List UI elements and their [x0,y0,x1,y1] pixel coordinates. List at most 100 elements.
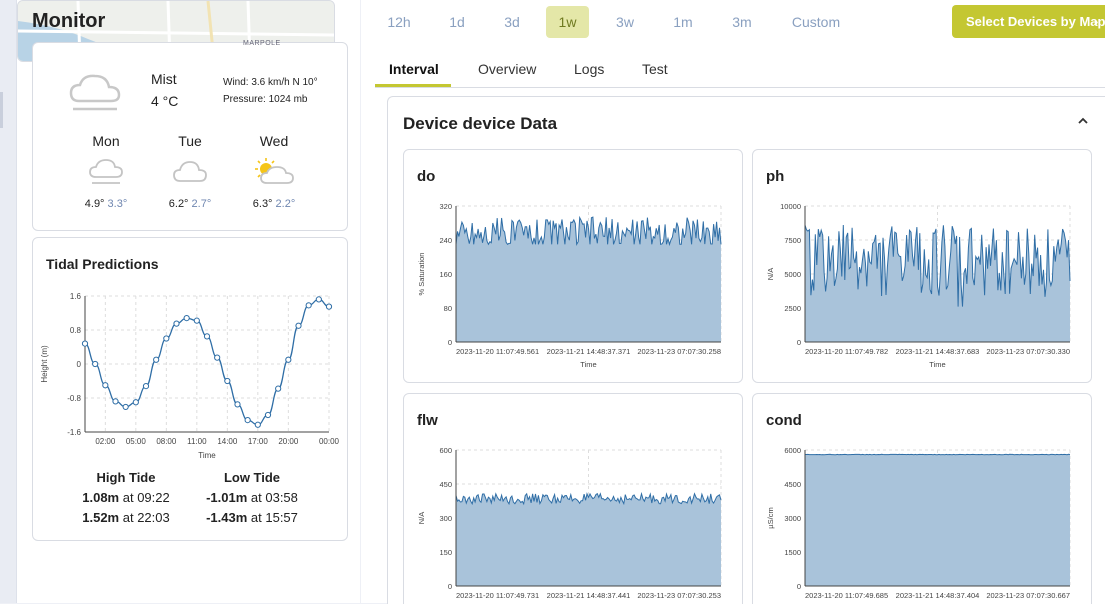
y-tick-label: 5000 [784,270,801,279]
tide-point [286,357,291,362]
chart-card-flw: flw 60045030015002023-11-20 11:07:49.731… [403,393,743,604]
low-tide-label: Low Tide [197,470,307,485]
y-axis-label: N/A [417,512,426,525]
map-label: MARPOLE [243,40,281,47]
tide-point [82,341,87,346]
tide-point [235,402,240,407]
tide-point [194,318,199,323]
y-tick-label: 0 [77,360,82,369]
y-tick-label: 3000 [784,514,801,523]
tide-point [316,297,321,302]
chart-card-ph: ph 1000075005000250002023-11-20 11:07:49… [752,149,1092,383]
chart-title: ph [766,168,784,185]
low-tide-value: -1.01m [206,490,247,505]
weather-card: Mist 4 °C Wind: 3.6 km/h N 10° Pressure:… [32,42,348,231]
y-tick-label: 2500 [784,304,801,313]
x-tick-label: 05:00 [126,437,147,446]
tab-overview[interactable]: Overview [478,61,536,77]
tide-point [133,400,138,405]
y-axis-label: % Saturation [417,253,426,296]
chart-title: flw [417,412,438,429]
chart-card-do: do 3202401608002023-11-20 11:07:49.56120… [403,149,743,383]
tide-point [296,323,301,328]
ph-chart: 1000075005000250002023-11-20 11:07:49.78… [753,192,1091,382]
tidal-chart: 1.60.80-0.8-1.602:0005:0008:0011:0014:00… [33,284,347,462]
tide-point [164,336,169,341]
tide-point [103,383,108,388]
flw-chart: 60045030015002023-11-20 11:07:49.7312023… [404,436,742,604]
x-tick-label: 2023-11-21 14:48:37.683 [896,347,980,356]
range-3w[interactable]: 3w [607,6,643,38]
panel-title: Device device Data [403,114,557,134]
tide-point [174,321,179,326]
x-tick-label: 2023-11-23 07:07:30.667 [986,591,1070,600]
x-tick-label: 2023-11-20 11:07:49.561 [456,347,539,356]
high-tide-block: High Tide 1.08m at 09:22 1.52m at 22:03 [73,470,179,525]
tide-point [204,334,209,339]
x-axis-label: Time [929,360,945,369]
high-tide-row: 1.08m at 09:22 [73,490,179,505]
map-button-label: Select Devices by Map [966,14,1105,29]
weather-wind: Wind: 3.6 km/h N 10° [223,77,318,88]
tab-divider [375,87,1105,88]
x-tick-label: 00:00 [319,437,340,446]
chevron-right-icon: › [1094,5,1098,38]
range-1m[interactable]: 1m [665,6,701,38]
high-tide-row: 1.52m at 22:03 [73,510,179,525]
forecast-high: 4.9° [85,198,105,210]
forecast-day-label: Tue [159,133,221,149]
y-tick-label: 80 [444,304,452,313]
tab-interval[interactable]: Interval [389,61,439,77]
range-1d[interactable]: 1d [440,6,474,38]
x-tick-label: 2023-11-23 07:07:30.253 [637,591,721,600]
x-tick-label: 2023-11-20 11:07:49.782 [805,347,888,356]
range-12h[interactable]: 12h [381,6,417,38]
chevron-up-icon[interactable] [1077,113,1089,129]
sidebar-title: Monitor [32,10,105,33]
range-3m[interactable]: 3m [724,6,760,38]
y-tick-label: 0 [797,582,801,591]
select-devices-by-map-button[interactable]: Select Devices by Map › [952,5,1105,38]
range-custom[interactable]: Custom [786,6,846,38]
tide-point [225,378,230,383]
y-tick-label: 240 [439,236,452,245]
tab-test[interactable]: Test [642,61,668,77]
y-tick-label: 10000 [780,202,801,211]
forecast-high: 6.2° [169,198,189,210]
fog-cloud-icon [87,157,125,189]
series-area [456,217,721,342]
x-tick-label: 17:00 [248,437,269,446]
y-tick-label: 600 [439,446,452,455]
tide-point [265,412,270,417]
low-tide-row: -1.01m at 03:58 [197,490,307,505]
tab-logs[interactable]: Logs [574,61,604,77]
tide-point [276,386,281,391]
series-area [456,494,721,586]
cond-chart: 600045003000150002023-11-20 11:07:49.685… [753,436,1091,604]
series-area [805,454,1070,586]
y-tick-label: 0 [797,338,801,347]
tide-point [255,422,260,427]
tide-point [215,355,220,360]
x-tick-label: 2023-11-20 11:07:49.685 [805,591,888,600]
device-data-panel: Device device Data do 3202401608002023-1… [387,96,1105,604]
y-tick-label: 1500 [784,548,801,557]
forecast-temps: 4.9° 3.3° [75,198,137,210]
x-axis-label: Time [198,451,216,460]
y-tick-label: 320 [439,202,452,211]
x-tick-label: 2023-11-21 14:48:37.441 [547,591,631,600]
forecast-day: Tue 6.2° 2.7° [159,133,221,210]
x-tick-label: 02:00 [95,437,116,446]
y-tick-label: 6000 [784,446,801,455]
x-tick-label: 20:00 [278,437,299,446]
range-1w[interactable]: 1w [546,6,589,38]
y-tick-label: 150 [439,548,452,557]
tidal-card: Tidal Predictions 1.60.80-0.8-1.602:0005… [32,237,348,541]
low-tide-row: -1.43m at 15:57 [197,510,307,525]
tidal-title: Tidal Predictions [46,256,159,272]
tide-point [326,304,331,309]
forecast-low: 3.3° [108,198,128,210]
range-3d[interactable]: 3d [495,6,529,38]
tide-point [306,303,311,308]
rail-marker [0,92,3,128]
